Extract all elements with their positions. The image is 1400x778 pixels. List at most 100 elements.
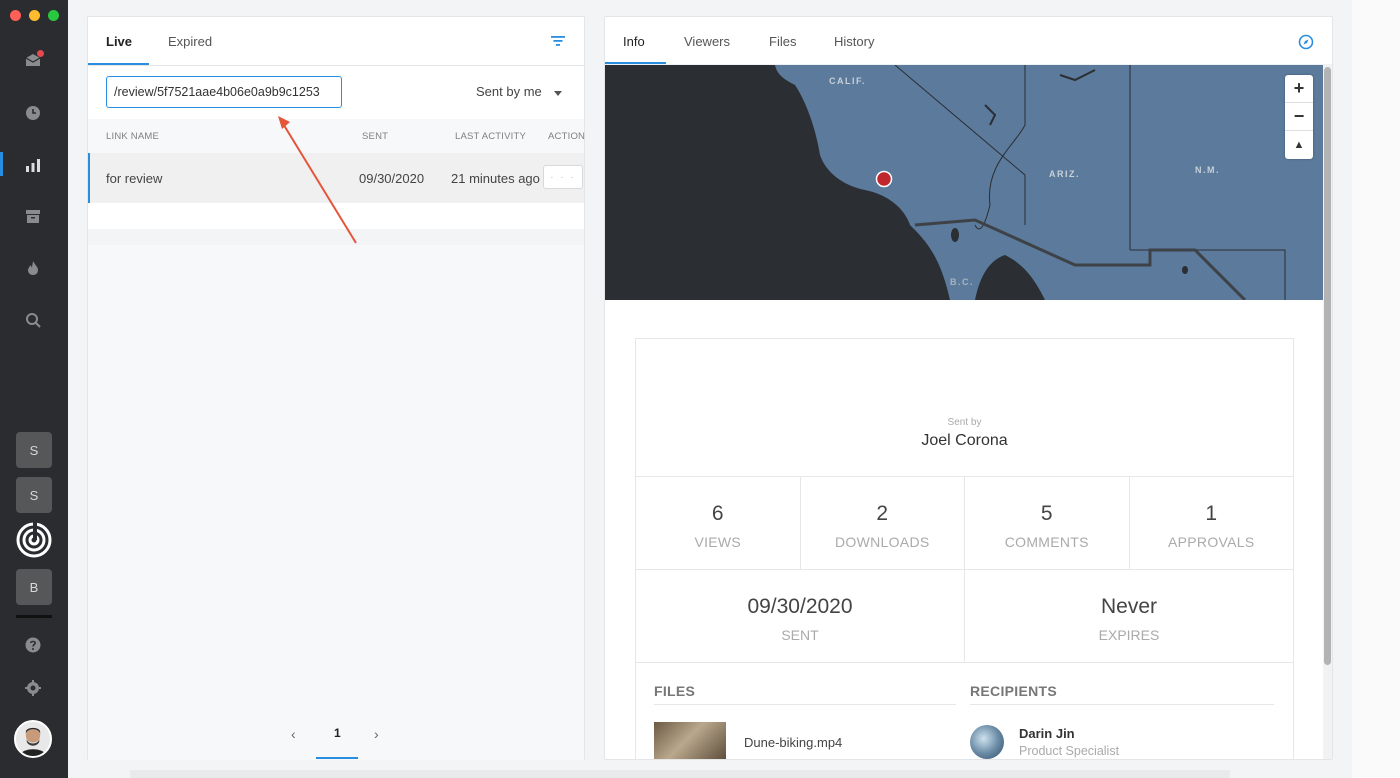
recipient-role: Product Specialist [1019, 744, 1120, 758]
scrollbar[interactable] [1323, 65, 1332, 759]
link-stats: 6 VIEWS 2 DOWNLOADS 5 COMMENTS 1 APPROVA… [636, 476, 1293, 570]
row-actions-button[interactable]: · · · [543, 165, 583, 189]
zoom-out-button[interactable]: − [1285, 103, 1313, 131]
last-activity-cell: 21 minutes ago [451, 171, 540, 186]
link-dates: 09/30/2020 SENT Never EXPIRES [636, 570, 1293, 663]
location-pin-icon[interactable] [875, 170, 893, 188]
workspace-divider [16, 615, 52, 618]
stat-label: VIEWS [694, 534, 742, 550]
sender-name: Joel Corona [921, 432, 1008, 449]
link-details-panel: Info Viewers Files History CALIF. ARIZ. … [604, 16, 1333, 760]
expiry-label: EXPIRES [1098, 627, 1160, 643]
active-tab-indicator [605, 62, 666, 64]
divider [970, 704, 1274, 705]
tab-info[interactable]: Info [623, 34, 645, 49]
stat-comments: 5 COMMENTS [965, 477, 1130, 569]
archive-icon[interactable] [22, 205, 44, 227]
recipients-heading: RECIPIENTS [970, 683, 1058, 699]
gear-icon[interactable] [22, 677, 44, 699]
links-toolbar: Sent by me [88, 67, 584, 127]
map-label: N.M. [1195, 165, 1220, 175]
map-label: CALIF. [829, 76, 866, 86]
column-header-action: ACTION [548, 131, 586, 142]
analytics-icon[interactable] [22, 154, 44, 176]
column-header-last-activity[interactable]: LAST ACTIVITY [455, 131, 526, 142]
links-tabs: Live Expired [88, 17, 584, 66]
stat-value: 1 [1205, 502, 1218, 525]
workspace-button[interactable]: S [16, 432, 52, 468]
window-edge [1352, 0, 1400, 778]
pagination: ‹ 1 › [88, 715, 584, 760]
file-thumbnail[interactable] [654, 722, 726, 759]
list-divider [88, 229, 584, 245]
fire-icon[interactable] [22, 257, 44, 279]
filter-icon[interactable] [550, 33, 566, 49]
page-indicator [316, 757, 358, 759]
previous-page-button[interactable]: ‹ [291, 726, 296, 742]
stat-label: COMMENTS [1004, 534, 1089, 550]
column-header-link-name[interactable]: LINK NAME [106, 131, 159, 142]
tab-live[interactable]: Live [106, 34, 132, 49]
sent-date-label: SENT [781, 627, 819, 643]
close-window-button[interactable] [10, 10, 21, 21]
recipient-name: Darin Jin [1019, 726, 1075, 741]
active-indicator [0, 152, 3, 176]
map-zoom-controls: + − ▲ [1285, 75, 1313, 159]
window-shadow [130, 770, 1230, 778]
workspace-button[interactable]: B [16, 569, 52, 605]
search-icon[interactable] [22, 309, 44, 331]
notification-dot [37, 50, 44, 57]
sent-date: 09/30/2020 SENT [636, 570, 965, 662]
link-name-cell[interactable]: for review [106, 171, 162, 186]
help-icon[interactable] [22, 634, 44, 656]
recent-icon[interactable] [22, 102, 44, 124]
table-row[interactable]: for review 09/30/2020 21 minutes ago · ·… [88, 153, 584, 203]
tab-expired[interactable]: Expired [168, 34, 212, 49]
next-page-button[interactable]: › [374, 726, 379, 742]
viewer-location-map[interactable]: CALIF. ARIZ. N.M. B.C. + − ▲ [605, 65, 1323, 300]
user-avatar[interactable] [14, 720, 52, 758]
tab-viewers[interactable]: Viewers [684, 34, 730, 49]
chevron-down-icon[interactable] [554, 91, 562, 96]
stat-label: APPROVALS [1168, 534, 1255, 550]
divider [654, 704, 956, 705]
link-search-input[interactable] [106, 76, 342, 108]
links-panel: Live Expired Sent by me LINK NAME SENT L… [87, 16, 585, 760]
minimize-window-button[interactable] [29, 10, 40, 21]
list-empty-area [88, 245, 584, 715]
stat-approvals: 1 APPROVALS [1130, 477, 1294, 569]
scrollbar-thumb[interactable] [1324, 67, 1331, 665]
zoom-in-button[interactable]: + [1285, 75, 1313, 103]
tab-files[interactable]: Files [769, 34, 796, 49]
sent-date-value: 09/30/2020 [747, 595, 853, 618]
files-heading: FILES [654, 683, 696, 699]
sent-by-filter[interactable]: Sent by me [476, 84, 542, 99]
workspace-button[interactable]: S [16, 477, 52, 513]
current-page[interactable]: 1 [334, 726, 341, 740]
app-sidebar: S S B [0, 0, 68, 778]
column-header-sent[interactable]: SENT [362, 131, 388, 142]
file-name[interactable]: Dune-biking.mp4 [744, 735, 842, 750]
expiry-value: Never [1100, 595, 1158, 618]
sent-date-cell: 09/30/2020 [359, 171, 425, 186]
map-label: B.C. [950, 277, 974, 287]
active-tab-indicator [88, 63, 149, 65]
tab-history[interactable]: History [834, 34, 874, 49]
compass-icon[interactable] [1298, 34, 1314, 50]
maximize-window-button[interactable] [48, 10, 59, 21]
expiry-date: Never EXPIRES [965, 570, 1293, 662]
recipient-avatar [970, 725, 1004, 759]
stat-value: 5 [1040, 502, 1053, 525]
sent-by-label: Sent by [947, 417, 982, 428]
stat-downloads: 2 DOWNLOADS [801, 477, 965, 569]
map-label: ARIZ. [1049, 169, 1080, 179]
stat-label: DOWNLOADS [835, 534, 930, 550]
stat-value: 6 [711, 502, 724, 525]
stat-views: 6 VIEWS [636, 477, 801, 569]
stat-value: 2 [876, 502, 889, 525]
link-info-card: Sent by Joel Corona 6 VIEWS 2 DOWNLOADS … [635, 338, 1294, 759]
brand-logo-icon[interactable] [14, 520, 54, 560]
details-tabs: Info Viewers Files History [605, 17, 1332, 65]
table-header: LINK NAME SENT LAST ACTIVITY ACTION [88, 119, 586, 153]
reset-north-button[interactable]: ▲ [1285, 131, 1313, 159]
